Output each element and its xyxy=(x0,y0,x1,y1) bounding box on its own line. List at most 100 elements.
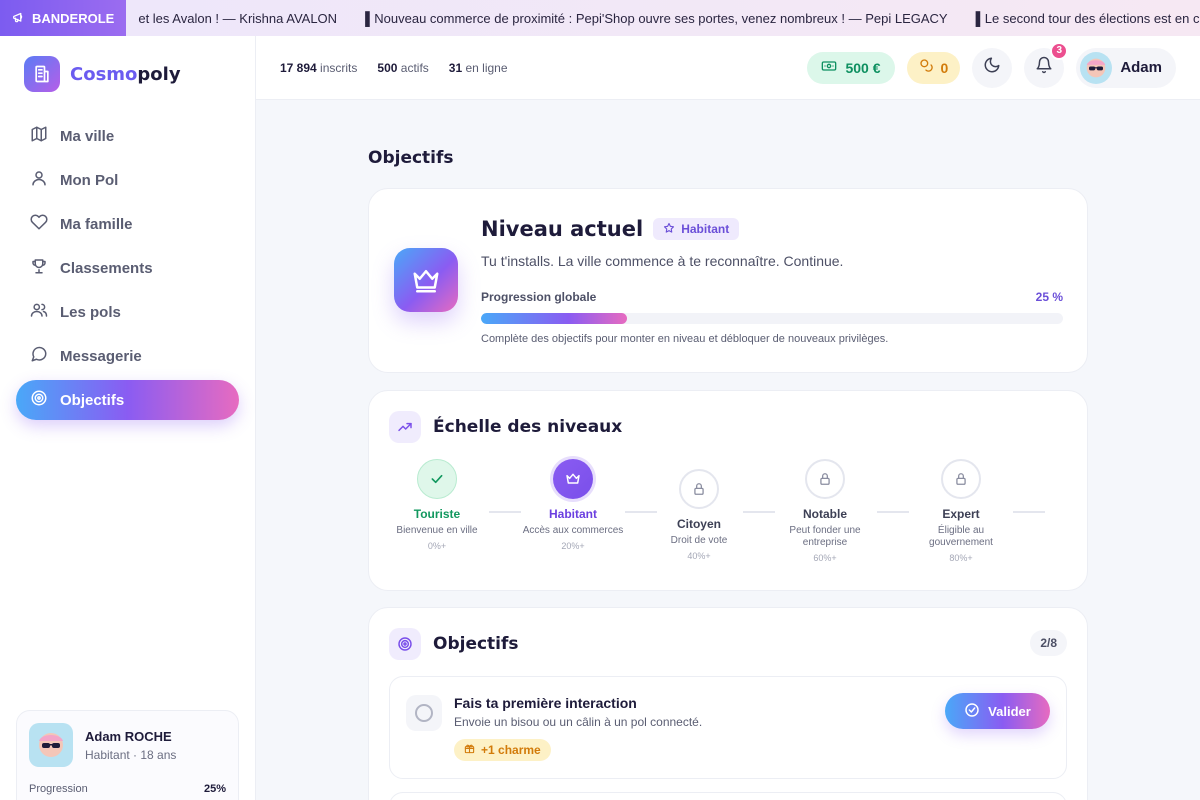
level-step-habitant: Habitant Accès aux commerces 20%+ xyxy=(518,459,628,551)
level-step-desc: Peut fonder une entreprise xyxy=(789,525,861,548)
level-progress-label: Progression globale xyxy=(481,290,597,304)
theme-toggle-button[interactable] xyxy=(972,47,1013,88)
avatar xyxy=(29,723,73,767)
current-level-card: Niveau actuel Habitant Tu t'installs. La… xyxy=(368,188,1088,373)
validate-button[interactable]: Valider xyxy=(945,693,1050,729)
money-value: 500 € xyxy=(845,59,881,76)
community-stats: 17 894 inscrits 500 actifs 31 en ligne xyxy=(256,61,508,75)
circle-icon xyxy=(415,704,433,722)
user-card-name: Adam ROCHE xyxy=(85,728,172,744)
level-step-desc: Droit de vote xyxy=(670,535,728,546)
level-step-touriste: Touriste Bienvenue en ville 0%+ xyxy=(382,459,492,551)
user-card-progress-label: Progression xyxy=(29,783,88,795)
target-icon xyxy=(30,389,48,411)
level-step-name: Touriste xyxy=(413,507,461,521)
sidebar-item-ma-famille[interactable]: Ma famille xyxy=(16,204,239,244)
lock-icon xyxy=(941,459,981,499)
banner-tag: BANDEROLE xyxy=(0,0,127,36)
notification-count-badge: 3 xyxy=(1050,41,1069,60)
sidebar-item-classements[interactable]: Classements xyxy=(16,248,239,288)
users-icon xyxy=(30,301,48,323)
trending-up-icon xyxy=(389,411,421,443)
sidebar-item-label: Messagerie xyxy=(60,347,142,365)
sidebar-item-les-pols[interactable]: Les pols xyxy=(16,292,239,332)
level-step-desc: Bienvenue en ville xyxy=(396,525,478,536)
stat-active: 500 actifs xyxy=(377,60,429,75)
level-ladder-card: Échelle des niveaux Touriste Bienvenue e… xyxy=(368,390,1088,591)
banner-tag-label: BANDEROLE xyxy=(32,10,115,26)
objective-checkbox[interactable] xyxy=(406,695,442,731)
level-step-citoyen: Citoyen Droit de vote 40%+ xyxy=(644,469,754,561)
level-step-name: Notable xyxy=(802,507,847,521)
charm-value: 0 xyxy=(940,59,949,76)
app-logo[interactable]: Cosmopoly xyxy=(24,56,181,92)
trophy-icon xyxy=(30,257,48,279)
notifications-button[interactable]: 3 xyxy=(1024,41,1069,88)
step-connector xyxy=(877,511,909,513)
level-progress-fill xyxy=(481,313,627,324)
lock-icon xyxy=(679,469,719,509)
moon-icon xyxy=(983,56,1001,79)
objective-item xyxy=(389,792,1067,800)
user-card-progress-value: 25% xyxy=(203,783,226,795)
banner-track: et les Avalon ! — Krishna AVALON ▌Nouvea… xyxy=(126,11,1199,26)
step-connector xyxy=(489,511,521,513)
money-balance[interactable]: 500 € xyxy=(807,51,895,84)
main-content: Objectifs Niveau actuel Habitant Tu t'in… xyxy=(256,100,1200,800)
level-progress-value: 25 % xyxy=(1035,290,1063,304)
user-name: Adam xyxy=(1120,59,1162,76)
user-card[interactable]: Adam ROCHE Habitant · 18 ans Progression… xyxy=(16,710,239,800)
level-step-threshold: 80%+ xyxy=(949,553,973,563)
banner-message: ▌Nouveau commerce de proximité : Pepi'Sh… xyxy=(365,10,948,26)
level-description: Tu t'installs. La ville commence à te re… xyxy=(481,253,844,269)
top-header: 17 894 inscrits 500 actifs 31 en ligne 5… xyxy=(256,36,1200,100)
objective-item: Fais ta première interaction Envoie un b… xyxy=(389,676,1067,779)
level-step-name: Habitant xyxy=(549,507,597,521)
target-icon xyxy=(389,628,421,660)
app-name: Cosmopoly xyxy=(70,63,181,85)
level-badge: Habitant xyxy=(653,218,740,240)
avatar xyxy=(1080,51,1113,84)
sidebar-item-objectifs[interactable]: Objectifs xyxy=(16,380,239,420)
sidebar-item-ma-ville[interactable]: Ma ville xyxy=(16,116,239,156)
objective-reward-badge: +1 charme xyxy=(454,739,551,761)
level-step-notable: Notable Peut fonder une entreprise 60%+ xyxy=(770,459,880,563)
level-step-name: Citoyen xyxy=(676,517,721,531)
level-progress-bar xyxy=(481,313,1063,324)
sidebar-item-messagerie[interactable]: Messagerie xyxy=(16,336,239,376)
level-step-threshold: 40%+ xyxy=(687,551,711,561)
step-connector xyxy=(1013,511,1045,513)
lock-icon xyxy=(805,459,845,499)
user-menu-button[interactable]: Adam xyxy=(1076,47,1176,88)
objective-title: Fais ta première interaction xyxy=(454,695,637,711)
crown-icon xyxy=(553,459,593,499)
sidebar-item-label: Ma famille xyxy=(60,215,133,233)
level-hint: Complète des objectifs pour monter en ni… xyxy=(481,333,889,345)
level-step-desc: Éligible au gouvernement xyxy=(929,525,993,548)
banner-message: et les Avalon ! — Krishna AVALON xyxy=(138,10,338,26)
sidebar: Cosmopoly Ma ville Mon Pol Ma famille Cl… xyxy=(0,36,256,800)
gift-icon xyxy=(464,743,475,757)
user-icon xyxy=(30,169,48,191)
banknote-icon xyxy=(821,58,837,77)
bell-icon xyxy=(1035,56,1053,79)
objectives-count-badge: 2/8 xyxy=(1030,630,1067,656)
sidebar-item-label: Ma ville xyxy=(60,127,115,145)
sidebar-nav: Ma ville Mon Pol Ma famille Classements … xyxy=(16,116,239,424)
objectives-card: Objectifs 2/8 Fais ta première interacti… xyxy=(368,607,1088,800)
coins-icon xyxy=(919,58,935,77)
level-step-name: Expert xyxy=(942,507,980,521)
building-icon xyxy=(24,56,60,92)
megaphone-icon xyxy=(12,10,26,27)
level-step-threshold: 60%+ xyxy=(813,553,837,563)
level-step-desc: Accès aux commerces xyxy=(522,525,624,536)
level-step-expert: Expert Éligible au gouvernement 80%+ xyxy=(906,459,1016,563)
sidebar-item-label: Mon Pol xyxy=(60,171,119,189)
check-icon xyxy=(417,459,457,499)
user-card-subtitle: Habitant · 18 ans xyxy=(85,747,177,762)
charm-balance[interactable]: 0 xyxy=(906,51,961,84)
sidebar-item-mon-pol[interactable]: Mon Pol xyxy=(16,160,239,200)
map-icon xyxy=(30,125,48,147)
check-circle-icon xyxy=(964,702,980,721)
sidebar-item-label: Objectifs xyxy=(60,391,125,409)
